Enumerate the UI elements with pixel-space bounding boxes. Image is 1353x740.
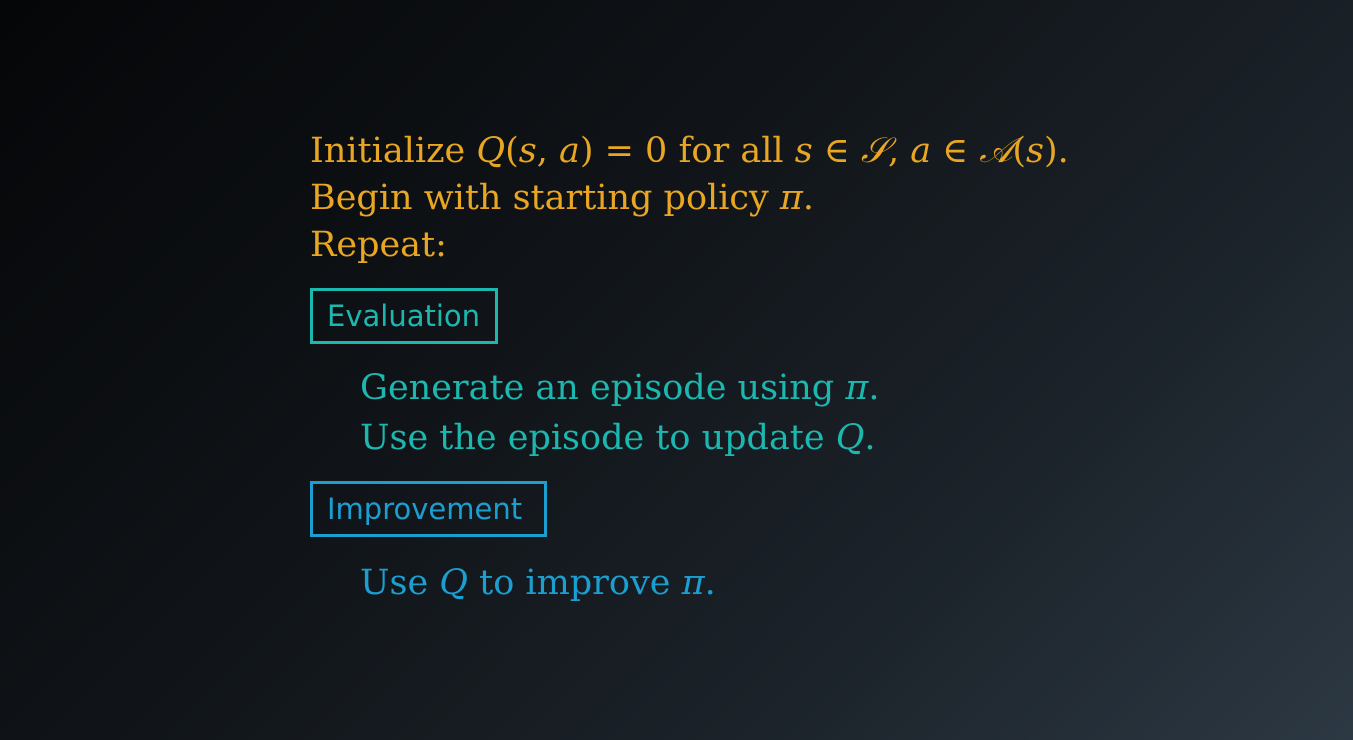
init-line: Initialize Q(s, a) = 0 for all s ∈ 𝒮, a … xyxy=(310,134,1069,169)
slide: Initialize Q(s, a) = 0 for all s ∈ 𝒮, a … xyxy=(0,0,1353,740)
evaluation-label-box: Evaluation xyxy=(310,288,498,344)
repeat-line: Repeat: xyxy=(310,225,447,265)
improvement-step-1: Use Q to improve π. xyxy=(360,566,716,601)
init-text-6: , xyxy=(887,131,911,171)
init-element-of-2: ∈ xyxy=(931,131,980,171)
eval-step1-pi-symbol: π xyxy=(845,368,869,408)
evaluation-label: Evaluation xyxy=(327,298,481,333)
eval-step2-text-2: . xyxy=(864,418,876,458)
evaluation-step-1: Generate an episode using π. xyxy=(360,371,879,406)
begin-text-1: Begin with starting policy xyxy=(310,178,780,218)
impr-step1-text-1: Use xyxy=(360,563,440,603)
impr-step1-text-3: . xyxy=(704,563,716,603)
init-a-symbol: a xyxy=(558,131,580,171)
init-text-1: Initialize xyxy=(310,131,477,171)
eval-step1-text-2: . xyxy=(868,368,880,408)
init-text-3: , xyxy=(536,131,559,171)
init-s-symbol-3: s xyxy=(1026,131,1045,171)
eval-step1-text-1: Generate an episode using xyxy=(360,368,846,408)
improvement-label-box: Improvement xyxy=(310,481,547,537)
begin-pi-symbol: π xyxy=(779,178,803,218)
improvement-label: Improvement xyxy=(327,491,523,526)
init-state-set-symbol: 𝒮 xyxy=(860,131,888,171)
eval-step2-text-1: Use the episode to update xyxy=(360,418,836,458)
init-action-set-symbol: 𝒜 xyxy=(979,131,1013,171)
init-text-8: ( xyxy=(1012,131,1027,171)
init-element-of-1: ∈ xyxy=(812,131,861,171)
init-s-symbol: s xyxy=(518,131,537,171)
init-q-symbol: Q xyxy=(476,131,506,171)
impr-step1-q-symbol: Q xyxy=(439,563,468,603)
impr-step1-text-2: to improve xyxy=(468,563,682,603)
eval-step2-q-symbol: Q xyxy=(835,418,865,458)
init-s-symbol-2: s xyxy=(794,131,813,171)
init-text-2: ( xyxy=(505,131,519,171)
begin-text-2: . xyxy=(802,178,815,218)
init-text-9: ). xyxy=(1044,131,1069,171)
init-a-symbol-2: a xyxy=(910,131,932,171)
begin-line: Begin with starting policy π. xyxy=(310,181,814,216)
impr-step1-pi-symbol: π xyxy=(681,563,705,603)
init-text-4: ) = 0 for all xyxy=(579,131,795,171)
evaluation-step-2: Use the episode to update Q. xyxy=(360,421,876,456)
